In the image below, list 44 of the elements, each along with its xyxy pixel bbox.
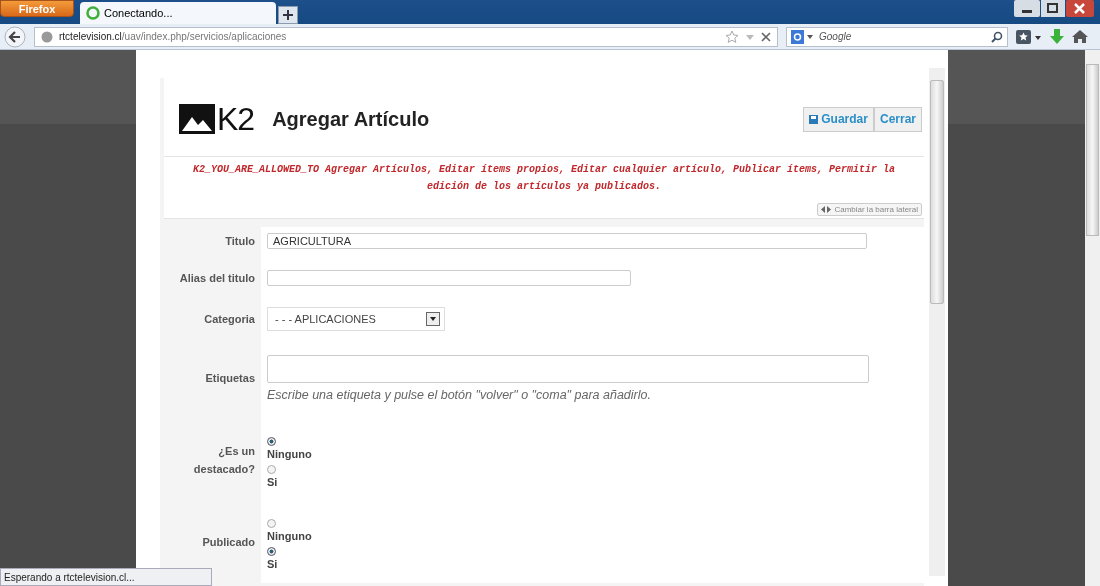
scrollbar[interactable]	[1085, 50, 1100, 586]
status-text: Esperando a rtctelevision.cl...	[4, 571, 135, 583]
star-icon[interactable]	[725, 29, 739, 44]
search-field[interactable]: Google	[786, 26, 1008, 47]
browser-tab[interactable]: Conectando...	[80, 2, 276, 24]
category-dropdown[interactable]: - - - APLICACIONES	[267, 307, 445, 331]
loading-icon	[86, 6, 100, 20]
radio-button[interactable]	[267, 465, 276, 474]
new-tab-icon[interactable]	[278, 6, 298, 24]
logo-icon	[179, 104, 215, 134]
sidebar-toggle-button[interactable]: Cambiar la barra lateral	[817, 203, 922, 216]
logo-text: K2	[217, 100, 255, 138]
save-icon	[809, 114, 819, 124]
permissions-message: K2_YOU_ARE_ALLOWED_TO Agregar Artículos, Editar ítems propios, Editar cualquier artículo, Publicar ítems, Permitir la edición de los artículos ya publicados.	[164, 157, 924, 201]
alias-field[interactable]	[267, 270, 631, 286]
back-icon[interactable]	[4, 25, 26, 48]
url-text: rtctelevision.cl/uav/index.php/servicios/aplicaciones	[59, 31, 287, 42]
tags-field[interactable]	[267, 354, 869, 383]
radio-label: Ninguno	[267, 448, 312, 460]
radio-button[interactable]	[267, 547, 276, 556]
field-label: ¿Es un destacado?	[192, 444, 255, 477]
radio-label: Si	[267, 558, 278, 570]
search-placeholder: Google	[819, 31, 852, 42]
radio-button[interactable]	[267, 519, 276, 528]
window-controls-icon[interactable]	[1014, 0, 1094, 18]
search-engine-icon[interactable]	[791, 29, 813, 44]
field-label: Alias del titulo	[179, 271, 255, 286]
page-title: Agregar Artículo	[272, 107, 430, 131]
title-field[interactable]: AGRICULTURA	[267, 233, 867, 249]
home-icon[interactable]	[1072, 29, 1088, 44]
bookmarks-icon[interactable]	[1016, 28, 1042, 45]
address-bar[interactable]: rtctelevision.cl/uav/index.php/servicios/aplicaciones	[34, 26, 778, 47]
search-icon[interactable]	[991, 30, 1003, 43]
scrollbar[interactable]	[929, 68, 945, 576]
radio-button[interactable]	[267, 437, 276, 446]
field-hint: Escribe una etiqueta y pulse el botón "volver" o "coma" para añadirlo.	[267, 387, 651, 402]
field-label: Titulo	[225, 234, 255, 249]
radio-label: Ninguno	[267, 530, 312, 542]
field-label: Etiquetas	[205, 371, 255, 386]
field-label: Publicado	[202, 535, 255, 550]
field-label: Categoria	[204, 312, 255, 327]
arrows-icon	[821, 206, 832, 213]
radio-label: Si	[267, 476, 278, 488]
close-icon[interactable]	[761, 31, 771, 42]
